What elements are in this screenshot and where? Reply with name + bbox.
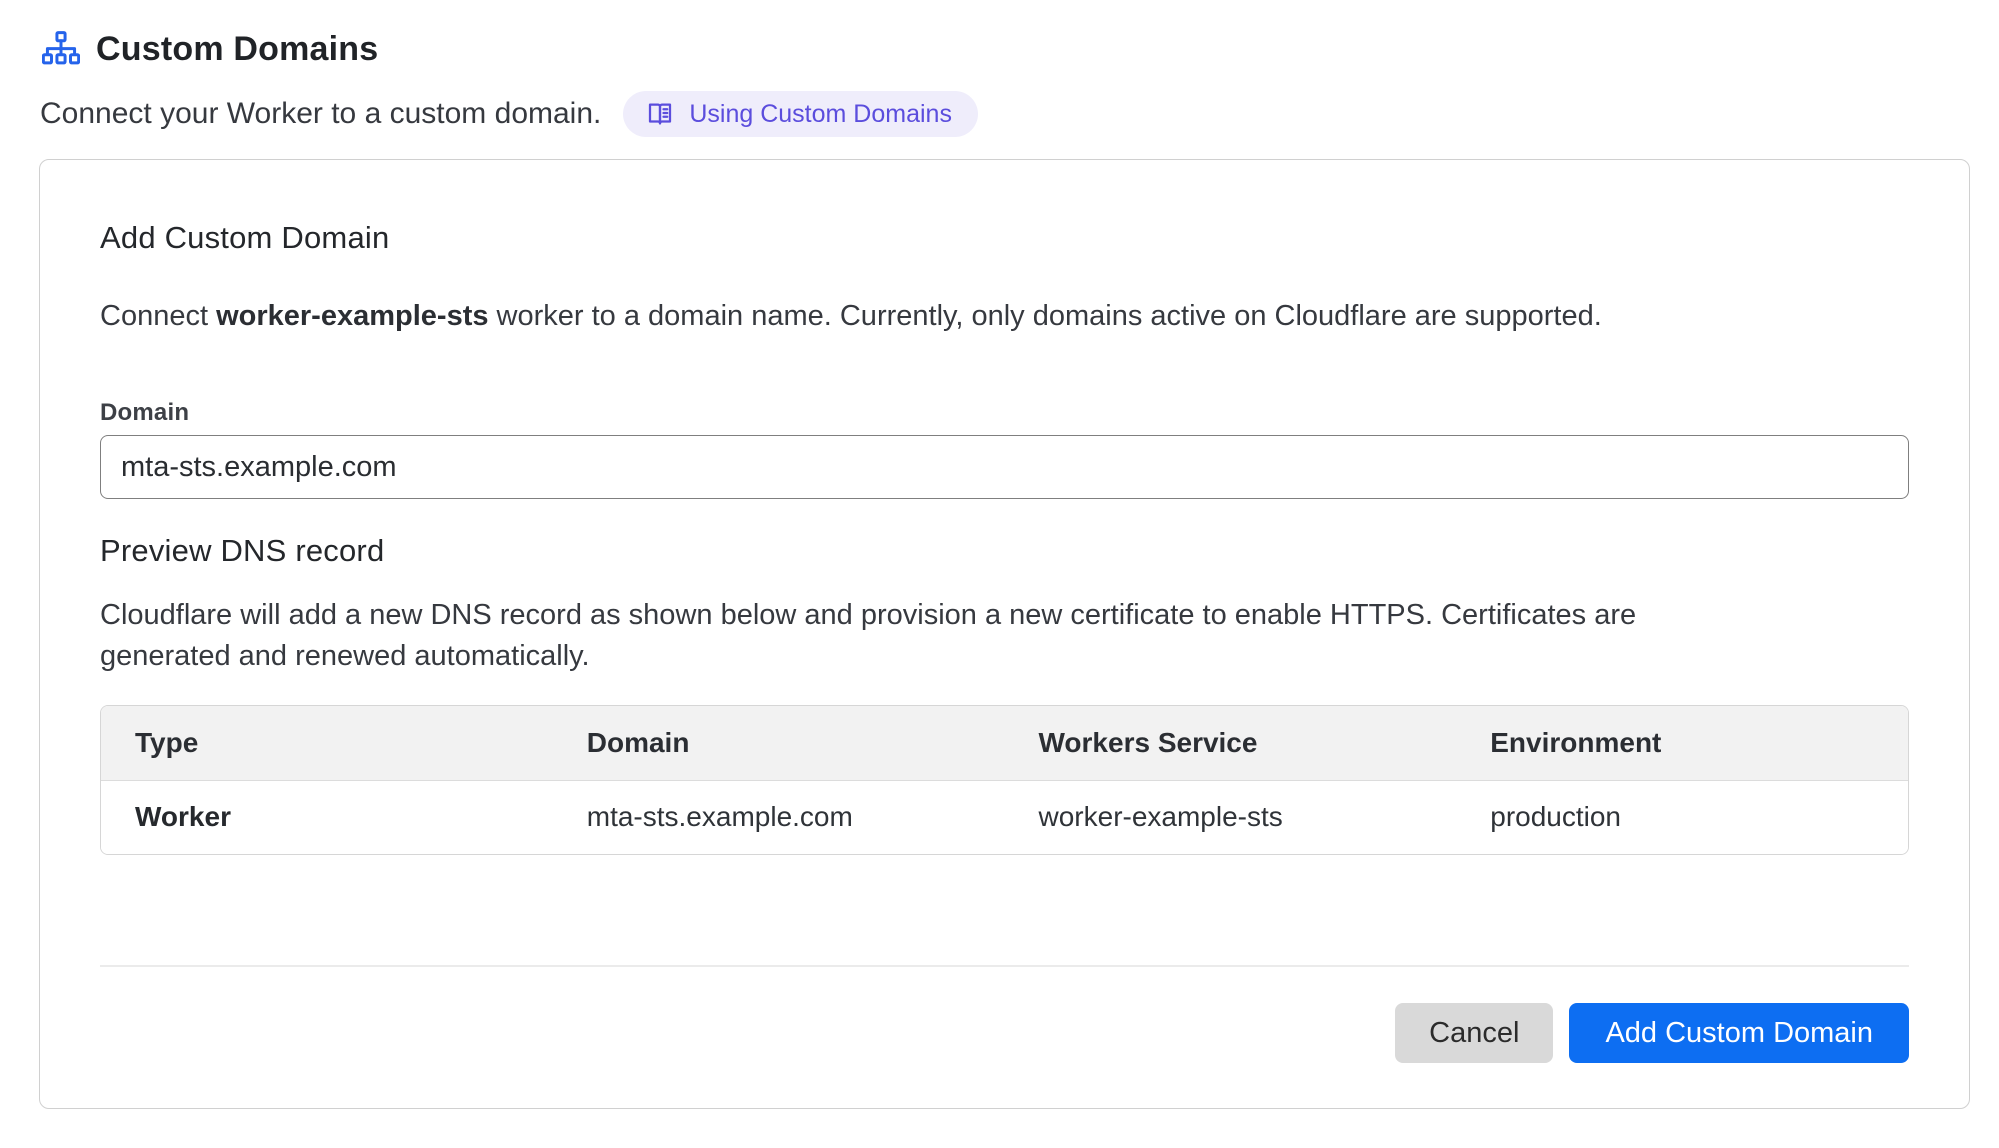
cancel-button[interactable]: Cancel xyxy=(1395,1003,1553,1063)
docs-link-badge[interactable]: Using Custom Domains xyxy=(623,91,978,137)
table-row: Worker mta-sts.example.com worker-exampl… xyxy=(101,780,1908,854)
page-subheader: Connect your Worker to a custom domain. … xyxy=(39,91,1970,137)
dns-preview-table: Type Domain Workers Service Environment … xyxy=(100,705,1909,855)
preview-dns-heading: Preview DNS record xyxy=(100,533,1909,569)
intro-text: Connect worker-example-sts worker to a d… xyxy=(100,296,1909,337)
domain-input[interactable] xyxy=(100,435,1909,499)
cell-workers-service: worker-example-sts xyxy=(1005,780,1457,854)
card-heading: Add Custom Domain xyxy=(100,220,1909,256)
sitemap-icon xyxy=(42,31,80,69)
preview-dns-description: Cloudflare will add a new DNS record as … xyxy=(100,595,1690,677)
cell-type: Worker xyxy=(101,780,553,854)
page-subtitle: Connect your Worker to a custom domain. xyxy=(40,97,601,131)
page-title: Custom Domains xyxy=(96,30,378,69)
column-header-workers-service: Workers Service xyxy=(1005,706,1457,780)
cell-domain: mta-sts.example.com xyxy=(553,780,1005,854)
page-header: Custom Domains xyxy=(39,30,1970,69)
column-header-domain: Domain xyxy=(553,706,1005,780)
add-custom-domain-card: Add Custom Domain Connect worker-example… xyxy=(39,159,1970,1109)
column-header-type: Type xyxy=(101,706,553,780)
docs-link-label: Using Custom Domains xyxy=(689,100,952,129)
column-header-environment: Environment xyxy=(1456,706,1908,780)
card-actions: Cancel Add Custom Domain xyxy=(100,1003,1909,1063)
book-icon xyxy=(645,99,675,129)
footer-divider xyxy=(100,965,1909,967)
worker-name: worker-example-sts xyxy=(216,300,488,332)
table-header-row: Type Domain Workers Service Environment xyxy=(101,706,1908,780)
custom-domains-page: Custom Domains Connect your Worker to a … xyxy=(0,0,1999,1109)
add-custom-domain-button[interactable]: Add Custom Domain xyxy=(1569,1003,1909,1063)
cell-environment: production xyxy=(1456,780,1908,854)
domain-field-label: Domain xyxy=(100,399,1909,427)
